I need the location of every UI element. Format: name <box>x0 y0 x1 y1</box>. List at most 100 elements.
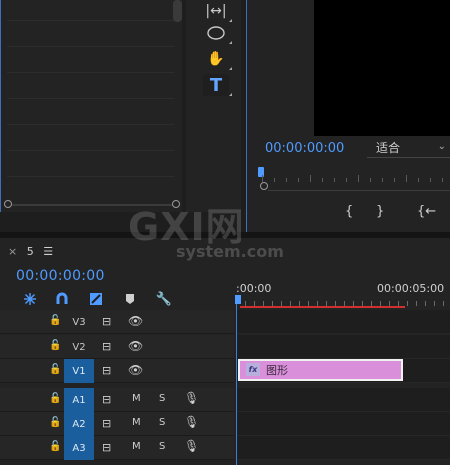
sync-lock-icon[interactable]: ⊟ <box>102 441 111 454</box>
ruler-tick <box>416 301 417 306</box>
ruler-tick <box>434 301 435 306</box>
list-divider <box>7 72 174 73</box>
track-target-v1[interactable]: V1 <box>64 359 94 383</box>
lock-icon[interactable]: 🔓 <box>49 393 61 404</box>
program-timecode[interactable]: 00:00:00:00 <box>265 141 344 156</box>
go-to-in-button[interactable]: {← <box>417 204 436 219</box>
snap-icon[interactable] <box>54 291 70 307</box>
add-marker-icon[interactable] <box>122 291 138 307</box>
track-area[interactable] <box>237 388 450 412</box>
mute-button[interactable]: M <box>132 417 141 428</box>
watermark-domain: system.com <box>176 242 284 261</box>
sync-lock-icon[interactable]: ⊟ <box>102 340 111 353</box>
close-icon[interactable]: × <box>8 245 17 258</box>
ruler-tick <box>346 178 347 182</box>
eye-icon[interactable]: 👁 <box>128 363 143 377</box>
track-header: 🔓 A2 ⊟ M S 🎙 <box>0 412 234 436</box>
ruler-tick <box>286 178 287 182</box>
fit-select-value: 适合 <box>376 141 401 155</box>
lock-icon[interactable]: 🔓 <box>49 417 61 428</box>
clip-name: 图形 <box>266 364 288 377</box>
track-header: 🔓 A1 ⊟ M S 🎙 <box>0 388 234 412</box>
program-zoom-handle[interactable] <box>260 182 268 190</box>
timeline-horizontal-scrollbar[interactable] <box>0 459 450 465</box>
solo-button[interactable]: S <box>159 441 165 452</box>
ruler-tick <box>442 178 443 182</box>
timeline-timecode[interactable]: 00:00:00:00 <box>16 268 105 284</box>
ruler-start-time: :00:00 <box>236 282 272 295</box>
track-area[interactable] <box>237 335 450 359</box>
lock-icon[interactable]: 🔓 <box>49 364 61 375</box>
ruler-tick <box>407 301 408 306</box>
project-vertical-scrollbar[interactable] <box>173 0 182 22</box>
mute-button[interactable]: M <box>132 441 141 452</box>
sequence-tab[interactable]: × 5 ☰ <box>8 245 53 258</box>
sync-lock-icon[interactable]: ⊟ <box>102 364 111 377</box>
hand-tool-icon[interactable]: ✋ <box>203 48 232 70</box>
chevron-down-icon: ⌄ <box>437 141 446 152</box>
ruler-tick <box>394 178 395 182</box>
graphic-clip[interactable]: fx 图形 <box>238 359 403 381</box>
ruler-end-time: 00:00:05:00 <box>377 282 445 295</box>
program-time-ruler[interactable] <box>260 170 450 190</box>
ruler-tick <box>274 178 275 182</box>
microphone-icon[interactable]: 🎙 <box>184 391 199 405</box>
ruler-tick <box>334 178 335 182</box>
track-target-a3[interactable]: A3 <box>64 436 94 460</box>
mark-out-button[interactable]: } <box>376 204 384 219</box>
lock-icon[interactable]: 🔓 <box>49 441 61 452</box>
ruler-tick <box>370 178 371 182</box>
nest-toggle-icon[interactable] <box>22 291 38 307</box>
lock-icon[interactable]: 🔓 <box>49 340 61 351</box>
track-target-a1[interactable]: A1 <box>64 388 94 412</box>
track-area[interactable] <box>237 436 450 460</box>
sync-lock-icon[interactable]: ⊟ <box>102 315 111 328</box>
linked-selection-icon[interactable] <box>88 291 104 307</box>
eye-icon[interactable]: 👁 <box>128 314 143 328</box>
track-target-a2[interactable]: A2 <box>64 412 94 436</box>
mark-in-button[interactable]: { <box>345 204 353 219</box>
wrench-icon[interactable]: 🔧 <box>156 291 172 307</box>
list-divider <box>7 176 174 177</box>
fx-badge: fx <box>246 363 260 376</box>
fit-select[interactable]: 适合 ⌄ <box>367 139 450 158</box>
track-area[interactable] <box>237 412 450 436</box>
ruler-tick <box>425 301 426 306</box>
program-divider <box>268 190 450 191</box>
list-divider <box>7 98 174 99</box>
track-target-v2[interactable]: V2 <box>64 335 94 359</box>
ruler-tick <box>310 175 311 182</box>
track-header: 🔓 V2 ⊟ 👁 <box>0 335 234 359</box>
track-header: 🔓 A3 ⊟ M S 🎙 <box>0 436 234 460</box>
ruler-tick <box>262 175 263 182</box>
track-target-v3[interactable]: V3 <box>64 310 94 334</box>
list-divider <box>7 46 174 47</box>
ruler-tick <box>406 175 407 182</box>
list-divider <box>7 20 174 21</box>
ruler-tick <box>322 178 323 182</box>
timeline-playhead[interactable] <box>235 295 241 304</box>
microphone-icon[interactable]: 🎙 <box>184 415 199 429</box>
eye-icon[interactable]: 👁 <box>128 339 143 353</box>
track-area[interactable] <box>237 310 450 334</box>
ellipse-tool-icon[interactable] <box>203 22 232 44</box>
solo-button[interactable]: S <box>159 417 165 428</box>
work-area-bar[interactable] <box>240 306 405 308</box>
playhead-line <box>236 304 237 465</box>
menu-icon[interactable]: ☰ <box>43 245 53 258</box>
sequence-tab-label: 5 <box>26 245 34 258</box>
solo-button[interactable]: S <box>159 393 165 404</box>
type-tool-icon[interactable]: T <box>203 74 232 96</box>
scroll-start-handle[interactable] <box>4 200 12 208</box>
slip-tool-icon[interactable]: |↔| <box>203 0 232 22</box>
list-divider <box>7 124 174 125</box>
sync-lock-icon[interactable]: ⊟ <box>102 417 111 430</box>
ruler-tick <box>443 301 444 306</box>
track-row-a1: 🔓 A1 ⊟ M S 🎙 <box>0 388 450 412</box>
lock-icon[interactable]: 🔓 <box>49 315 61 326</box>
mute-button[interactable]: M <box>132 393 141 404</box>
sync-lock-icon[interactable]: ⊟ <box>102 393 111 406</box>
track-header: 🔓 V1 ⊟ 👁 <box>0 359 234 383</box>
microphone-icon[interactable]: 🎙 <box>184 439 199 453</box>
ruler-tick <box>418 178 419 182</box>
